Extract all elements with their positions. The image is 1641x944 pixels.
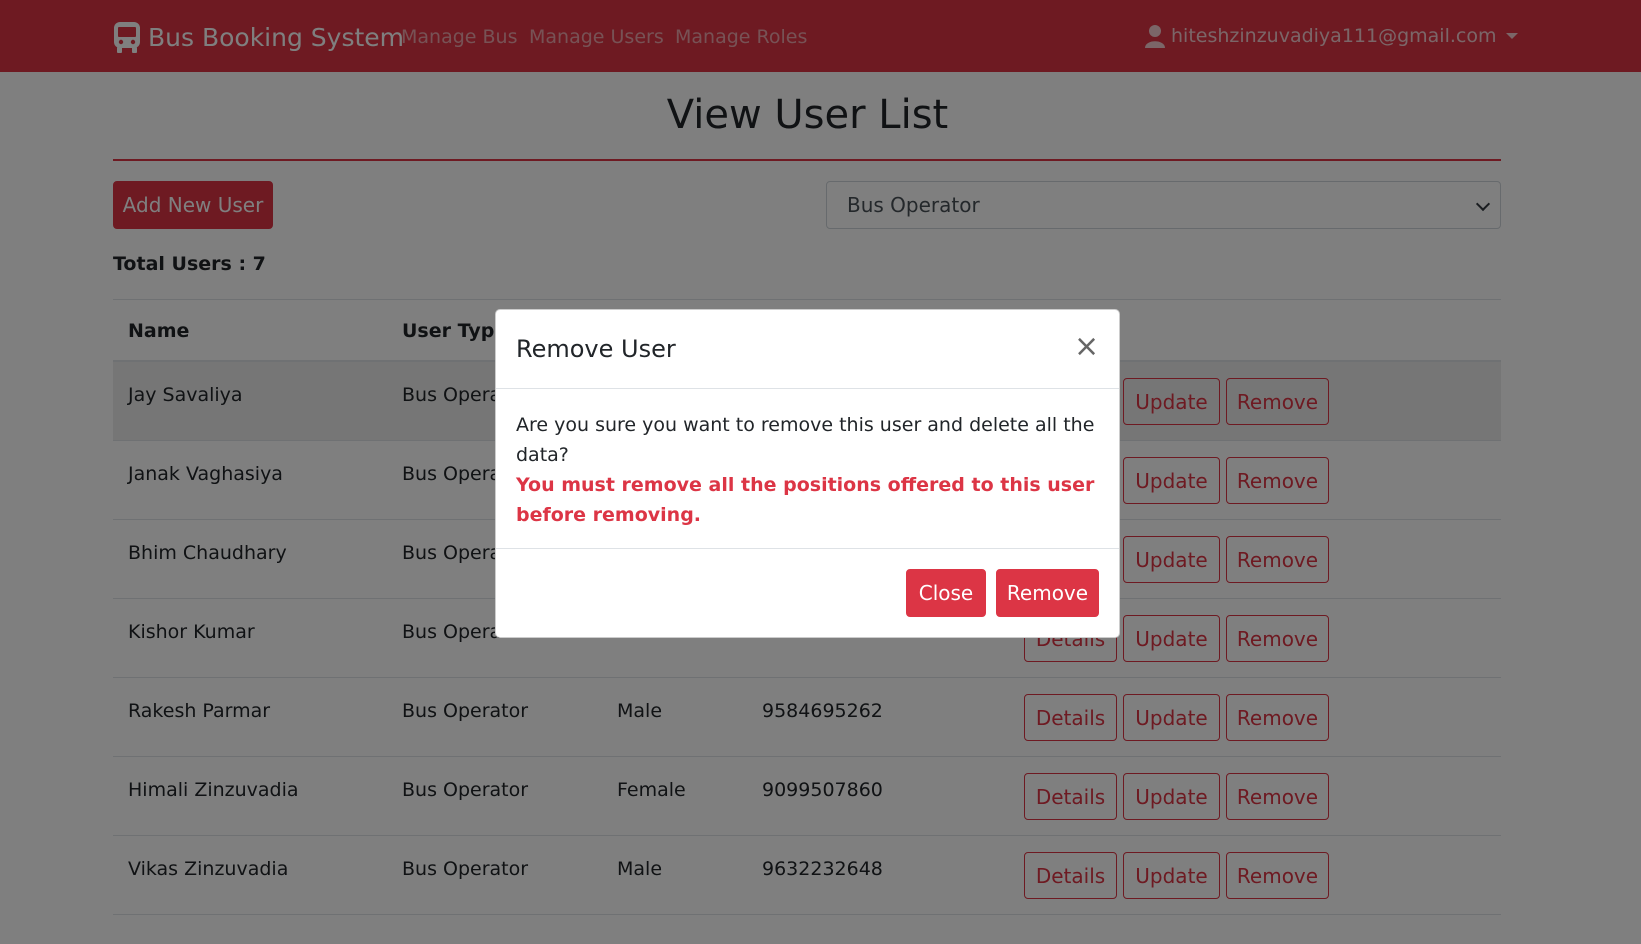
remove-user-modal: Remove User × Are you sure you want to r… [495, 309, 1120, 638]
modal-header: Remove User × [496, 310, 1119, 389]
modal-warning: You must remove all the positions offere… [516, 474, 1095, 526]
confirm-remove-button[interactable]: Remove [996, 569, 1099, 617]
modal-title: Remove User [516, 335, 676, 363]
close-icon[interactable]: × [1074, 332, 1099, 362]
modal-message: Are you sure you want to remove this use… [516, 414, 1095, 466]
modal-body: Are you sure you want to remove this use… [516, 410, 1101, 530]
modal-footer: Close Remove [496, 548, 1119, 637]
close-button[interactable]: Close [906, 569, 986, 617]
